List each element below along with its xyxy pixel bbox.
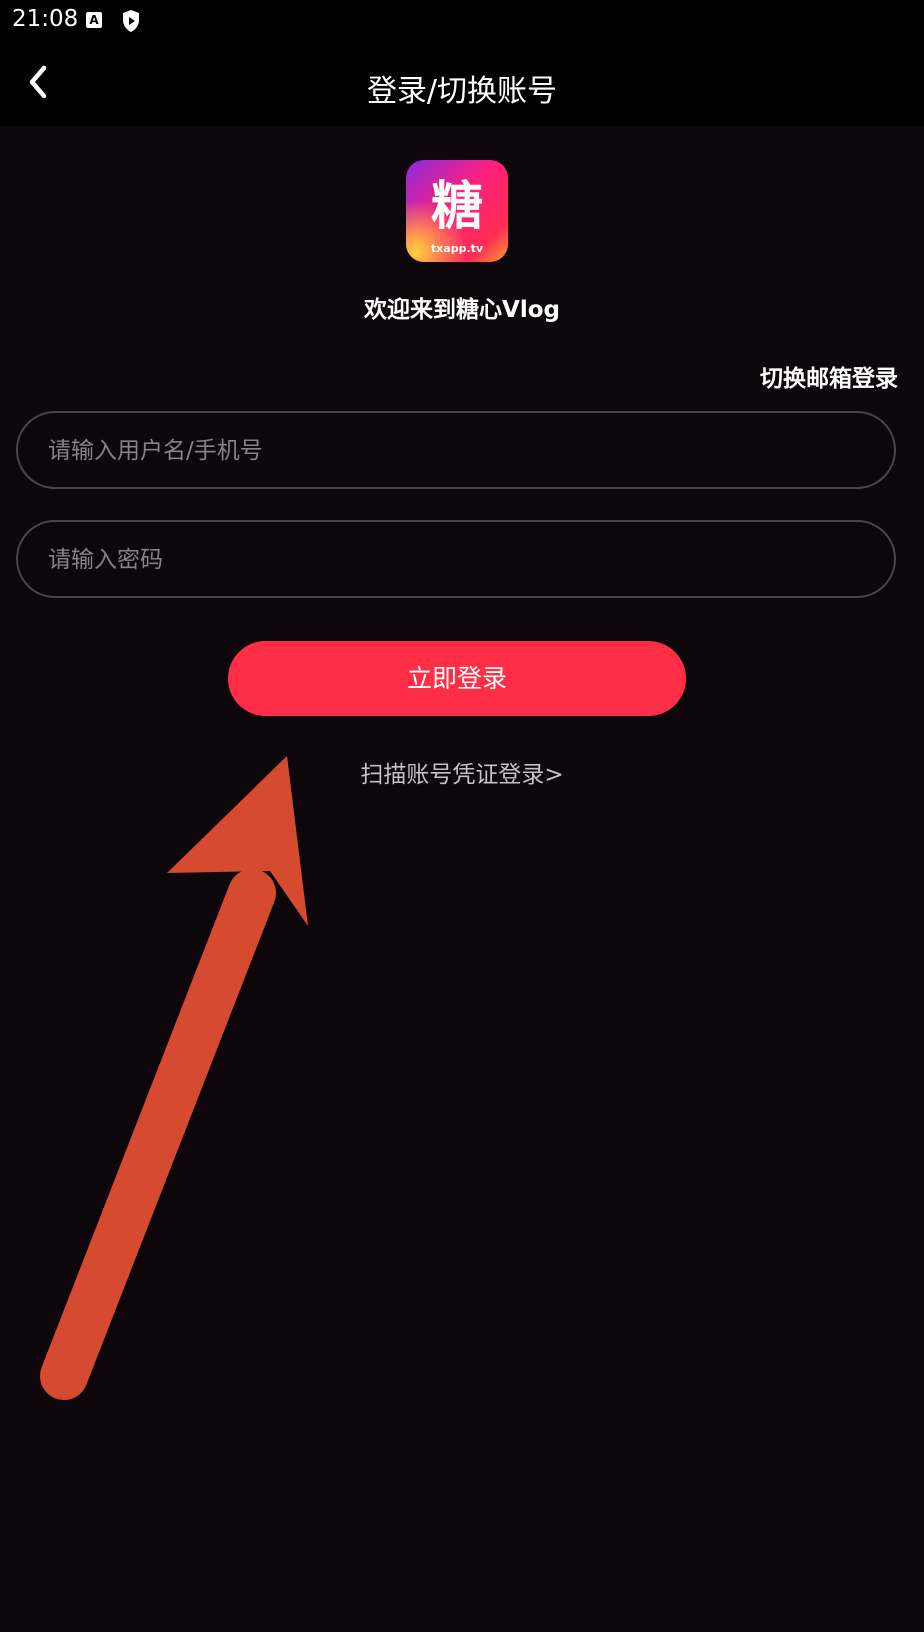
- password-field-wrapper: [16, 520, 896, 598]
- status-time: 21:08: [12, 6, 79, 32]
- page-title: 登录/切换账号: [366, 74, 558, 109]
- password-input[interactable]: [46, 522, 870, 598]
- shield-play-icon: [123, 10, 139, 32]
- username-field-wrapper: [16, 411, 896, 489]
- logo-glyph: 糖: [431, 177, 483, 237]
- accessibility-a-icon: A: [86, 12, 102, 28]
- switch-email-login-link[interactable]: 切换邮箱登录: [760, 359, 898, 393]
- status-bar: 21:08 A: [0, 0, 924, 42]
- welcome-text: 欢迎来到糖心Vlog: [364, 297, 560, 323]
- scan-credential-login-link[interactable]: 扫描账号凭证登录>: [0, 755, 924, 789]
- app-logo: 糖 txapp.tv: [406, 160, 508, 262]
- app-header: 登录/切换账号: [0, 42, 924, 126]
- logo-caption: txapp.tv: [431, 242, 484, 255]
- username-input[interactable]: [46, 413, 870, 489]
- login-button[interactable]: 立即登录: [228, 641, 686, 716]
